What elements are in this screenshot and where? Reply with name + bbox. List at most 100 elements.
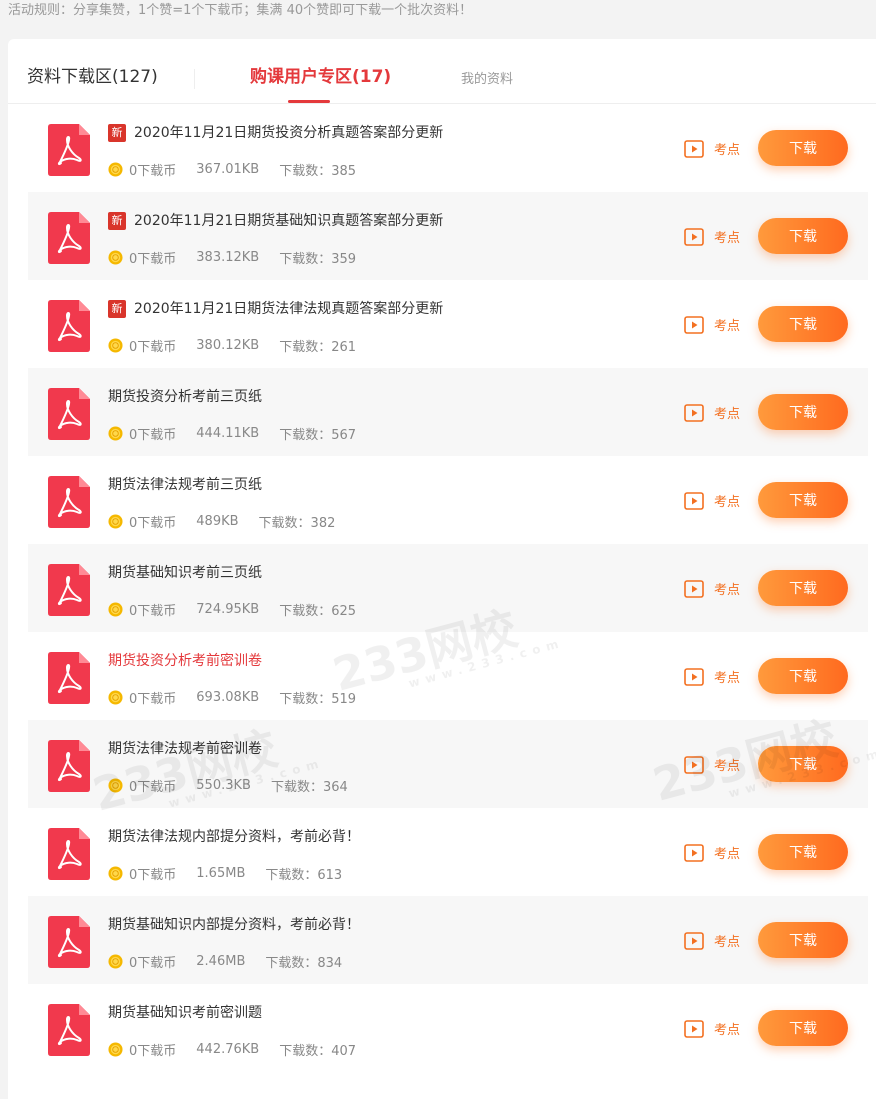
coin-cost: 0下载币 <box>129 956 177 971</box>
file-size: 380.12KB <box>196 338 260 353</box>
resource-meta: 0下载币 380.12KB 下载数：261 <box>108 336 356 355</box>
download-button[interactable]: 下载 <box>758 922 848 958</box>
download-button[interactable]: 下载 <box>758 130 848 166</box>
resource-title[interactable]: 期货基础知识考前密训题 <box>108 1003 262 1023</box>
resource-title[interactable]: 期货法律法规考前三页纸 <box>108 475 262 495</box>
download-count: 下载数：519 <box>279 692 357 707</box>
resource-row: 新 2020年11月21日期货投资分析真题答案部分更新 0下载币 367.01K… <box>28 104 868 192</box>
title-line: 新 2020年11月21日期货投资分析真题答案部分更新 <box>108 123 443 143</box>
resource-title[interactable]: 2020年11月21日期货法律法规真题答案部分更新 <box>134 299 443 319</box>
tab-my-resources[interactable]: 我的资料 <box>461 68 513 92</box>
resource-title[interactable]: 期货投资分析考前密训卷 <box>108 651 262 671</box>
file-size: 444.11KB <box>196 426 260 441</box>
kaodian-label: 考点 <box>714 495 741 510</box>
coin-cost: 0下载币 <box>129 340 177 355</box>
resource-title[interactable]: 期货法律法规内部提分资料，考前必背！ <box>108 827 360 847</box>
kaodian-link[interactable]: 考点 <box>684 403 740 422</box>
download-count: 下载数：385 <box>279 164 357 179</box>
play-icon <box>684 931 704 950</box>
coin-icon <box>108 778 123 793</box>
pdf-file-icon <box>48 828 90 880</box>
kaodian-link[interactable]: 考点 <box>684 1019 740 1038</box>
kaodian-label: 考点 <box>714 319 741 334</box>
title-line: 期货法律法规内部提分资料，考前必背！ <box>108 827 360 847</box>
file-size: 550.3KB <box>196 778 251 793</box>
activity-rule-text: 活动规则：分享集赞，1个赞=1个下载币；集满 40个赞即可下载一个批次资料！ <box>8 3 473 18</box>
download-count: 下载数：359 <box>279 252 357 267</box>
resource-title[interactable]: 期货投资分析考前三页纸 <box>108 387 262 407</box>
resource-meta: 0下载币 693.08KB 下载数：519 <box>108 688 356 707</box>
kaodian-label: 考点 <box>714 1023 741 1038</box>
pdf-file-icon <box>48 916 90 968</box>
download-button[interactable]: 下载 <box>758 306 848 342</box>
pdf-file-icon <box>48 476 90 528</box>
coin-icon <box>108 866 123 881</box>
title-line: 期货基础知识考前三页纸 <box>108 563 262 583</box>
file-size: 442.76KB <box>196 1042 260 1057</box>
play-icon <box>684 667 704 686</box>
kaodian-link[interactable]: 考点 <box>684 755 740 774</box>
coin-icon <box>108 338 123 353</box>
play-icon <box>684 579 704 598</box>
resource-meta: 0下载币 489KB 下载数：382 <box>108 512 335 531</box>
kaodian-link[interactable]: 考点 <box>684 667 740 686</box>
coin-cost: 0下载币 <box>129 428 177 443</box>
active-tab-indicator <box>288 100 330 103</box>
resource-row: 期货基础知识内部提分资料，考前必背！ 0下载币 2.46MB 下载数：834 考… <box>28 896 868 984</box>
title-line: 期货基础知识考前密训题 <box>108 1003 262 1023</box>
new-badge: 新 <box>108 124 126 142</box>
resource-meta: 0下载币 550.3KB 下载数：364 <box>108 776 348 795</box>
title-line: 期货投资分析考前三页纸 <box>108 387 262 407</box>
pdf-file-icon <box>48 212 90 264</box>
resource-row: 期货基础知识考前密训题 0下载币 442.76KB 下载数：407 考点 下载 <box>28 984 868 1072</box>
resource-title[interactable]: 期货基础知识考前三页纸 <box>108 563 262 583</box>
resource-title[interactable]: 2020年11月21日期货投资分析真题答案部分更新 <box>134 123 443 143</box>
kaodian-label: 考点 <box>714 847 741 862</box>
coin-cost: 0下载币 <box>129 164 177 179</box>
resource-title[interactable]: 2020年11月21日期货基础知识真题答案部分更新 <box>134 211 443 231</box>
download-count: 下载数：567 <box>279 428 357 443</box>
kaodian-link[interactable]: 考点 <box>684 139 740 158</box>
title-line: 新 2020年11月21日期货法律法规真题答案部分更新 <box>108 299 443 319</box>
play-icon <box>684 227 704 246</box>
download-button[interactable]: 下载 <box>758 394 848 430</box>
coin-icon <box>108 690 123 705</box>
resource-meta: 0下载币 724.95KB 下载数：625 <box>108 600 356 619</box>
download-button[interactable]: 下载 <box>758 482 848 518</box>
coin-icon <box>108 426 123 441</box>
tab-resource-download[interactable]: 资料下载区(127) <box>27 65 158 89</box>
resource-title[interactable]: 期货基础知识内部提分资料，考前必背！ <box>108 915 360 935</box>
resource-title[interactable]: 期货法律法规考前密训卷 <box>108 739 262 759</box>
file-size: 724.95KB <box>196 602 260 617</box>
file-size: 383.12KB <box>196 250 260 265</box>
download-button[interactable]: 下载 <box>758 834 848 870</box>
kaodian-link[interactable]: 考点 <box>684 227 740 246</box>
resource-meta: 0下载币 2.46MB 下载数：834 <box>108 952 342 971</box>
download-count: 下载数：382 <box>258 516 336 531</box>
kaodian-label: 考点 <box>714 759 741 774</box>
kaodian-link[interactable]: 考点 <box>684 931 740 950</box>
coin-cost: 0下载币 <box>129 1044 177 1059</box>
tab-course-users[interactable]: 购课用户专区(17) <box>250 65 391 89</box>
coin-icon <box>108 250 123 265</box>
pdf-file-icon <box>48 652 90 704</box>
coin-icon <box>108 954 123 969</box>
download-button[interactable]: 下载 <box>758 570 848 606</box>
resource-row: 期货投资分析考前密训卷 0下载币 693.08KB 下载数：519 考点 下载 <box>28 632 868 720</box>
download-button[interactable]: 下载 <box>758 218 848 254</box>
file-size: 367.01KB <box>196 162 260 177</box>
download-button[interactable]: 下载 <box>758 658 848 694</box>
download-button[interactable]: 下载 <box>758 746 848 782</box>
kaodian-link[interactable]: 考点 <box>684 843 740 862</box>
kaodian-link[interactable]: 考点 <box>684 315 740 334</box>
play-icon <box>684 755 704 774</box>
download-count: 下载数：625 <box>279 604 357 619</box>
download-button[interactable]: 下载 <box>758 1010 848 1046</box>
resource-row: 期货法律法规考前密训卷 0下载币 550.3KB 下载数：364 考点 下载 <box>28 720 868 808</box>
resource-row: 期货基础知识考前三页纸 0下载币 724.95KB 下载数：625 考点 下载 <box>28 544 868 632</box>
kaodian-link[interactable]: 考点 <box>684 491 740 510</box>
resource-list: 新 2020年11月21日期货投资分析真题答案部分更新 0下载币 367.01K… <box>28 104 868 1072</box>
kaodian-link[interactable]: 考点 <box>684 579 740 598</box>
resource-row: 期货投资分析考前三页纸 0下载币 444.11KB 下载数：567 考点 下载 <box>28 368 868 456</box>
pdf-file-icon <box>48 124 90 176</box>
